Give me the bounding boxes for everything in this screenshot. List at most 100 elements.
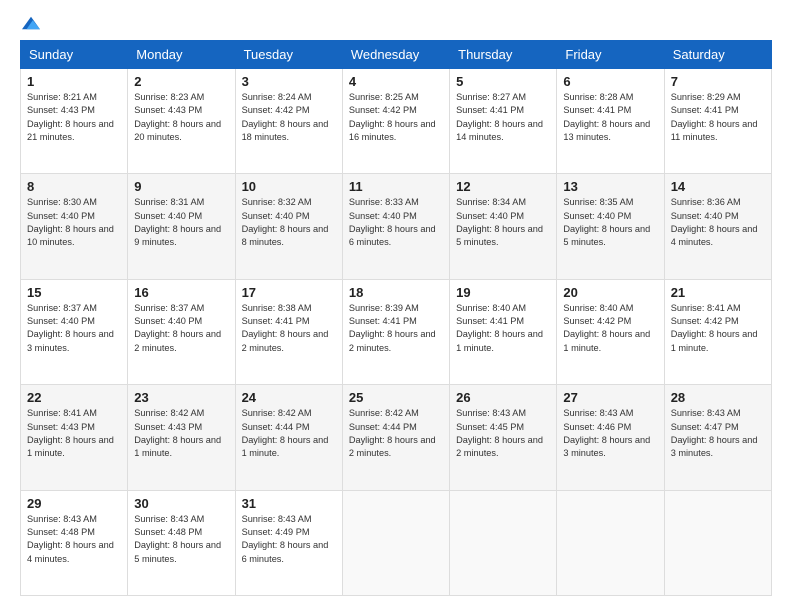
day-info: Sunrise: 8:37 AMSunset: 4:40 PMDaylight:… <box>134 303 221 353</box>
day-number: 12 <box>456 179 550 194</box>
day-info: Sunrise: 8:21 AMSunset: 4:43 PMDaylight:… <box>27 92 114 142</box>
day-number: 19 <box>456 285 550 300</box>
calendar-cell <box>557 490 664 595</box>
calendar-cell: 8 Sunrise: 8:30 AMSunset: 4:40 PMDaylight… <box>21 174 128 279</box>
day-info: Sunrise: 8:43 AMSunset: 4:45 PMDaylight:… <box>456 408 543 458</box>
week-row-3: 15Sunrise: 8:37 AMSunset: 4:40 PMDayligh… <box>21 279 772 384</box>
day-header-monday: Monday <box>128 41 235 69</box>
week-row-4: 22 Sunrise: 8:41 AMSunset: 4:43 PMDayligh… <box>21 385 772 490</box>
day-info: Sunrise: 8:30 AMSunset: 4:40 PMDaylight:… <box>27 197 114 247</box>
calendar-cell: 13 Sunrise: 8:35 AMSunset: 4:40 PMDayligh… <box>557 174 664 279</box>
calendar-cell: 28Sunrise: 8:43 AMSunset: 4:47 PMDayligh… <box>664 385 771 490</box>
day-number: 26 <box>456 390 550 405</box>
calendar-cell <box>342 490 449 595</box>
day-number: 3 <box>242 74 336 89</box>
calendar-cell: 1 Sunrise: 8:21 AMSunset: 4:43 PMDaylight… <box>21 69 128 174</box>
logo-icon <box>22 16 40 30</box>
day-header-thursday: Thursday <box>450 41 557 69</box>
day-number: 5 <box>456 74 550 89</box>
day-number: 16 <box>134 285 228 300</box>
calendar-cell: 29 Sunrise: 8:43 AMSunset: 4:48 PMDayligh… <box>21 490 128 595</box>
day-info: Sunrise: 8:38 AMSunset: 4:41 PMDaylight:… <box>242 303 329 353</box>
day-header-wednesday: Wednesday <box>342 41 449 69</box>
day-info: Sunrise: 8:42 AMSunset: 4:43 PMDaylight:… <box>134 408 221 458</box>
day-info: Sunrise: 8:43 AMSunset: 4:46 PMDaylight:… <box>563 408 650 458</box>
header <box>20 16 772 30</box>
day-header-sunday: Sunday <box>21 41 128 69</box>
day-number: 27 <box>563 390 657 405</box>
day-info: Sunrise: 8:43 AMSunset: 4:48 PMDaylight:… <box>27 514 114 564</box>
calendar-cell: 25 Sunrise: 8:42 AMSunset: 4:44 PMDayligh… <box>342 385 449 490</box>
day-number: 29 <box>27 496 121 511</box>
calendar-cell: 18Sunrise: 8:39 AMSunset: 4:41 PMDayligh… <box>342 279 449 384</box>
day-header-tuesday: Tuesday <box>235 41 342 69</box>
day-number: 18 <box>349 285 443 300</box>
day-number: 4 <box>349 74 443 89</box>
day-info: Sunrise: 8:37 AMSunset: 4:40 PMDaylight:… <box>27 303 114 353</box>
day-number: 20 <box>563 285 657 300</box>
day-info: Sunrise: 8:43 AMSunset: 4:48 PMDaylight:… <box>134 514 221 564</box>
day-info: Sunrise: 8:28 AMSunset: 4:41 PMDaylight:… <box>563 92 650 142</box>
day-number: 2 <box>134 74 228 89</box>
calendar-cell: 11 Sunrise: 8:33 AMSunset: 4:40 PMDayligh… <box>342 174 449 279</box>
calendar-cell: 30Sunrise: 8:43 AMSunset: 4:48 PMDayligh… <box>128 490 235 595</box>
calendar-cell: 23 Sunrise: 8:42 AMSunset: 4:43 PMDayligh… <box>128 385 235 490</box>
day-info: Sunrise: 8:40 AMSunset: 4:41 PMDaylight:… <box>456 303 543 353</box>
day-number: 31 <box>242 496 336 511</box>
week-row-2: 8 Sunrise: 8:30 AMSunset: 4:40 PMDaylight… <box>21 174 772 279</box>
day-info: Sunrise: 8:43 AMSunset: 4:47 PMDaylight:… <box>671 408 758 458</box>
calendar-cell: 24 Sunrise: 8:42 AMSunset: 4:44 PMDayligh… <box>235 385 342 490</box>
calendar-cell: 31 Sunrise: 8:43 AMSunset: 4:49 PMDayligh… <box>235 490 342 595</box>
calendar-table: SundayMondayTuesdayWednesdayThursdayFrid… <box>20 40 772 596</box>
day-number: 8 <box>27 179 121 194</box>
calendar-cell: 16 Sunrise: 8:37 AMSunset: 4:40 PMDayligh… <box>128 279 235 384</box>
day-info: Sunrise: 8:36 AMSunset: 4:40 PMDaylight:… <box>671 197 758 247</box>
day-number: 17 <box>242 285 336 300</box>
day-info: Sunrise: 8:43 AMSunset: 4:49 PMDaylight:… <box>242 514 329 564</box>
calendar-cell: 26 Sunrise: 8:43 AMSunset: 4:45 PMDayligh… <box>450 385 557 490</box>
day-info: Sunrise: 8:29 AMSunset: 4:41 PMDaylight:… <box>671 92 758 142</box>
day-info: Sunrise: 8:41 AMSunset: 4:42 PMDaylight:… <box>671 303 758 353</box>
calendar-cell <box>450 490 557 595</box>
calendar-header-row: SundayMondayTuesdayWednesdayThursdayFrid… <box>21 41 772 69</box>
week-row-1: 1 Sunrise: 8:21 AMSunset: 4:43 PMDaylight… <box>21 69 772 174</box>
calendar-cell: 21 Sunrise: 8:41 AMSunset: 4:42 PMDayligh… <box>664 279 771 384</box>
day-number: 23 <box>134 390 228 405</box>
day-info: Sunrise: 8:27 AMSunset: 4:41 PMDaylight:… <box>456 92 543 142</box>
day-number: 25 <box>349 390 443 405</box>
day-number: 13 <box>563 179 657 194</box>
day-info: Sunrise: 8:42 AMSunset: 4:44 PMDaylight:… <box>349 408 436 458</box>
calendar-cell: 4 Sunrise: 8:25 AMSunset: 4:42 PMDaylight… <box>342 69 449 174</box>
day-info: Sunrise: 8:34 AMSunset: 4:40 PMDaylight:… <box>456 197 543 247</box>
day-info: Sunrise: 8:24 AMSunset: 4:42 PMDaylight:… <box>242 92 329 142</box>
day-info: Sunrise: 8:42 AMSunset: 4:44 PMDaylight:… <box>242 408 329 458</box>
calendar-cell: 7Sunrise: 8:29 AMSunset: 4:41 PMDaylight… <box>664 69 771 174</box>
day-number: 22 <box>27 390 121 405</box>
day-number: 9 <box>134 179 228 194</box>
day-info: Sunrise: 8:25 AMSunset: 4:42 PMDaylight:… <box>349 92 436 142</box>
calendar-cell: 2Sunrise: 8:23 AMSunset: 4:43 PMDaylight… <box>128 69 235 174</box>
day-number: 24 <box>242 390 336 405</box>
calendar-cell: 9Sunrise: 8:31 AMSunset: 4:40 PMDaylight… <box>128 174 235 279</box>
day-number: 21 <box>671 285 765 300</box>
day-number: 6 <box>563 74 657 89</box>
day-info: Sunrise: 8:33 AMSunset: 4:40 PMDaylight:… <box>349 197 436 247</box>
calendar-cell: 10Sunrise: 8:32 AMSunset: 4:40 PMDayligh… <box>235 174 342 279</box>
day-info: Sunrise: 8:40 AMSunset: 4:42 PMDaylight:… <box>563 303 650 353</box>
day-number: 1 <box>27 74 121 89</box>
calendar-cell: 17 Sunrise: 8:38 AMSunset: 4:41 PMDayligh… <box>235 279 342 384</box>
logo-text <box>20 16 40 30</box>
calendar-cell: 6 Sunrise: 8:28 AMSunset: 4:41 PMDaylight… <box>557 69 664 174</box>
calendar-cell: 3 Sunrise: 8:24 AMSunset: 4:42 PMDaylight… <box>235 69 342 174</box>
day-info: Sunrise: 8:41 AMSunset: 4:43 PMDaylight:… <box>27 408 114 458</box>
day-number: 14 <box>671 179 765 194</box>
page: SundayMondayTuesdayWednesdayThursdayFrid… <box>0 0 792 612</box>
week-row-5: 29 Sunrise: 8:43 AMSunset: 4:48 PMDayligh… <box>21 490 772 595</box>
calendar-cell: 14 Sunrise: 8:36 AMSunset: 4:40 PMDayligh… <box>664 174 771 279</box>
calendar-cell: 15Sunrise: 8:37 AMSunset: 4:40 PMDayligh… <box>21 279 128 384</box>
day-info: Sunrise: 8:35 AMSunset: 4:40 PMDaylight:… <box>563 197 650 247</box>
logo <box>20 16 40 30</box>
day-number: 10 <box>242 179 336 194</box>
calendar-cell <box>664 490 771 595</box>
day-number: 11 <box>349 179 443 194</box>
